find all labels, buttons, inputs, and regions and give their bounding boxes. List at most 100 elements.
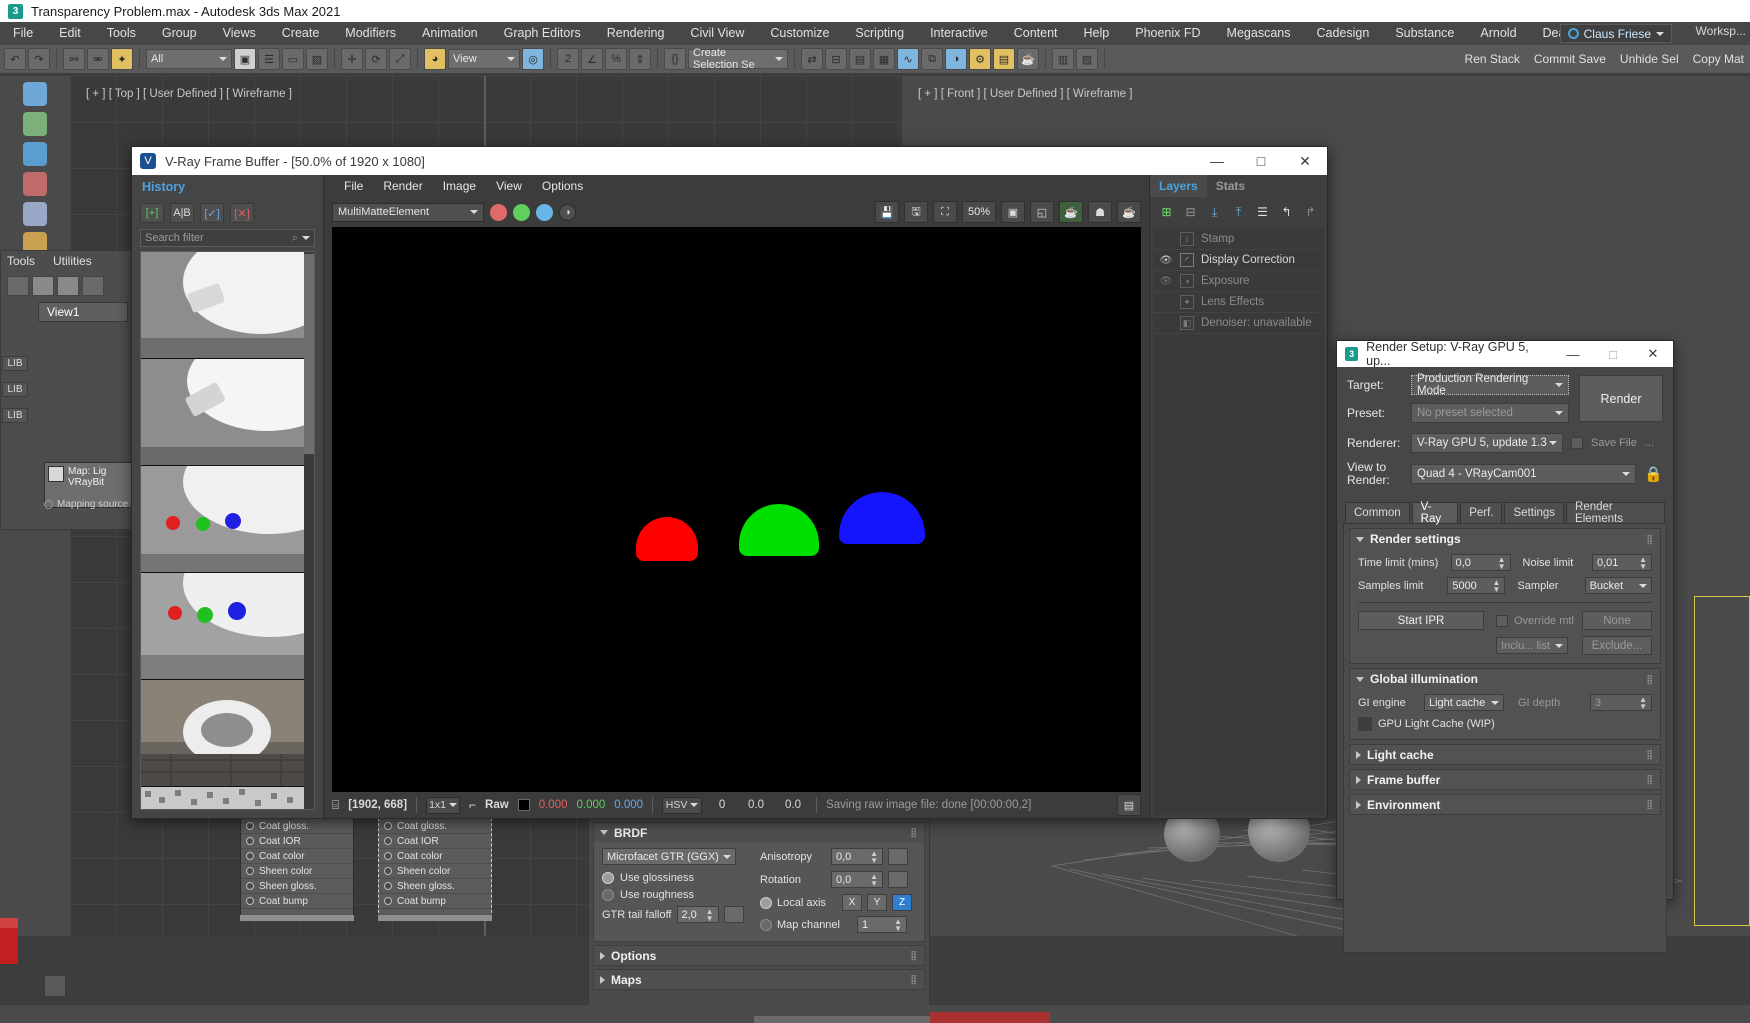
menu-item-substance[interactable]: Substance xyxy=(1382,22,1467,45)
render-frame-window-button[interactable]: ▤ xyxy=(993,48,1015,70)
spinner-icon[interactable]: ▲ ▼ xyxy=(1493,578,1501,593)
layer-row[interactable]: i Stamp xyxy=(1153,229,1324,250)
stop-render-icon[interactable]: ☕ xyxy=(1117,201,1141,223)
load-layers-icon[interactable]: ⤒ xyxy=(1230,205,1247,220)
layer-row[interactable]: 👁 ◜ Display Correction xyxy=(1153,250,1324,271)
spinner-icon[interactable]: ▲ ▼ xyxy=(870,849,878,864)
node-socket-icon[interactable] xyxy=(384,897,392,905)
toolbar-action-commit-save[interactable]: Commit Save xyxy=(1534,52,1606,66)
material-node-row[interactable]: Sheen gloss. xyxy=(379,879,491,894)
material-node-row[interactable]: Coat bump xyxy=(379,894,491,909)
spinner-icon[interactable]: ▲ ▼ xyxy=(894,917,902,932)
axis-y-button[interactable]: Y xyxy=(867,894,887,911)
gi-engine-select[interactable]: Light cache xyxy=(1424,694,1504,711)
menu-item-customize[interactable]: Customize xyxy=(757,22,842,45)
zoom-level-display[interactable]: 50% xyxy=(962,201,996,223)
menu-item-edit[interactable]: Edit xyxy=(46,22,94,45)
material-node-row[interactable]: Coat color xyxy=(241,849,353,864)
rollout-light-cache[interactable]: Light cache ⣿ xyxy=(1349,744,1661,765)
save-layers-icon[interactable]: ⤓ xyxy=(1206,205,1223,220)
rollout-environment[interactable]: Environment ⣿ xyxy=(1349,794,1661,815)
layer-visibility-icon[interactable]: 👁 xyxy=(1159,255,1173,266)
renderer-select[interactable]: V-Ray GPU 5, update 1.3 xyxy=(1411,433,1563,453)
color-space-select[interactable]: HSV xyxy=(662,796,703,814)
save-file-browse-button[interactable]: ... xyxy=(1645,437,1654,449)
sampler-select[interactable]: Bucket xyxy=(1584,577,1652,594)
material-node-row[interactable]: Coat gloss. xyxy=(379,819,491,834)
history-scrollbar[interactable] xyxy=(304,252,314,809)
gi-depth-field[interactable]: 3 ▲ ▼ xyxy=(1590,694,1652,711)
override-mtl-checkbox[interactable] xyxy=(1496,614,1508,627)
render-settings-header[interactable]: Render settings ⣿ xyxy=(1350,529,1660,549)
pixel-sample-size-select[interactable]: 1x1 xyxy=(426,796,461,814)
select-and-rotate-button[interactable]: ⟳ xyxy=(365,48,387,70)
scene-explorer-button[interactable]: ▦ xyxy=(873,48,895,70)
menu-item-graph-editors[interactable]: Graph Editors xyxy=(491,22,594,45)
rotation-field[interactable]: 0,0 ▲ ▼ xyxy=(831,871,883,888)
toolbar-action-unhide-sel[interactable]: Unhide Sel xyxy=(1620,52,1679,66)
vfb-minimize-button[interactable]: — xyxy=(1195,147,1239,175)
exclude-button[interactable]: Exclude... xyxy=(1582,636,1652,655)
menu-item-modifiers[interactable]: Modifiers xyxy=(332,22,409,45)
reference-coord-combo[interactable]: View xyxy=(448,49,520,69)
vfb-menu-file[interactable]: File xyxy=(334,175,373,197)
node-socket-icon[interactable] xyxy=(246,837,254,845)
history-select-button[interactable]: [✓] xyxy=(200,203,224,223)
snap-toggle-button[interactable]: 2 xyxy=(557,48,579,70)
layer-rows[interactable]: i Stamp 👁 ◜ Display Correction 👁 ◑ Exposure ✦ Len… xyxy=(1153,229,1324,815)
rotation-map-button[interactable] xyxy=(888,871,908,888)
render-setup-tab-common[interactable]: Common xyxy=(1345,502,1410,523)
node-socket-icon[interactable] xyxy=(246,852,254,860)
rollout-frame-buffer[interactable]: Frame buffer ⣿ xyxy=(1349,769,1661,790)
material-editor-button[interactable]: ◑ xyxy=(945,48,967,70)
gtr-tail-map-button[interactable] xyxy=(723,906,744,923)
render-setup-button[interactable]: ⚙ xyxy=(969,48,991,70)
node-socket-icon[interactable] xyxy=(246,882,254,890)
add-layer-icon[interactable]: ⊞ xyxy=(1158,205,1175,220)
history-item[interactable] xyxy=(141,680,314,787)
material-node-row[interactable]: Coat color xyxy=(379,849,491,864)
node-socket-icon[interactable] xyxy=(384,867,392,875)
target-select[interactable]: Production Rendering Mode xyxy=(1411,373,1569,397)
spinner-icon[interactable]: ▲ ▼ xyxy=(1498,555,1506,570)
pixel-info-icon[interactable]: ⌸ xyxy=(332,798,339,813)
material-node-row[interactable]: Sheen gloss. xyxy=(241,879,353,894)
vfb-menu-render[interactable]: Render xyxy=(373,175,432,197)
axis-z-button[interactable]: Z xyxy=(892,894,912,911)
brdf-rollout-header[interactable]: BRDF ⣿ xyxy=(594,823,924,842)
preset-select[interactable]: No preset selected xyxy=(1411,403,1569,423)
brdf-model-combo[interactable]: Microfacet GTR (GGX) xyxy=(602,848,736,865)
maps-rollout[interactable]: Maps ⣿ xyxy=(593,969,925,990)
gpu-light-cache-checkbox[interactable] xyxy=(1358,717,1372,731)
util-button-2[interactable] xyxy=(32,276,54,296)
select-region-rect-button[interactable]: ▭ xyxy=(282,48,304,70)
redo-button[interactable]: ↷ xyxy=(28,48,50,70)
vfb-menu-view[interactable]: View xyxy=(486,175,532,197)
unlink-button[interactable]: ⚮ xyxy=(87,48,109,70)
util-button-3[interactable] xyxy=(57,276,79,296)
select-and-scale-button[interactable]: ⤢ xyxy=(389,48,411,70)
use-pivot-center-button[interactable]: ◎ xyxy=(522,48,544,70)
percent-snap-button[interactable]: % xyxy=(605,48,627,70)
toolbar-action-copy-mat[interactable]: Copy Mat xyxy=(1693,52,1744,66)
red-channel-button[interactable] xyxy=(490,203,507,221)
menu-item-civil-view[interactable]: Civil View xyxy=(677,22,757,45)
render-production-button[interactable]: ☕ xyxy=(1017,48,1039,70)
green-channel-button[interactable] xyxy=(513,203,530,221)
node-socket-icon[interactable] xyxy=(384,822,392,830)
vfb-menu-image[interactable]: Image xyxy=(433,175,486,197)
menu-item-cadesign[interactable]: Cadesign xyxy=(1303,22,1382,45)
time-limit-field[interactable]: 0,0 ▲ ▼ xyxy=(1450,554,1511,571)
anisotropy-field[interactable]: 0,0 ▲ ▼ xyxy=(831,848,883,865)
global-illumination-header[interactable]: Global illumination ⣿ xyxy=(1350,669,1660,689)
menu-item-content[interactable]: Content xyxy=(1001,22,1071,45)
material-node-row[interactable]: Coat bump xyxy=(241,894,353,909)
selection-filter-combo[interactable]: All xyxy=(146,49,232,69)
render-setup-maximize-button[interactable]: □ xyxy=(1593,341,1633,367)
search-icon[interactable]: ⌕ xyxy=(292,232,298,245)
view-to-render-select[interactable]: Quad 4 - VRayCam001 xyxy=(1411,464,1637,484)
gpu-light-cache-row[interactable]: GPU Light Cache (WIP) xyxy=(1358,717,1652,731)
menu-item-help[interactable]: Help xyxy=(1071,22,1123,45)
menu-item-create[interactable]: Create xyxy=(269,22,333,45)
bind-space-warp-button[interactable]: ✦ xyxy=(111,48,133,70)
